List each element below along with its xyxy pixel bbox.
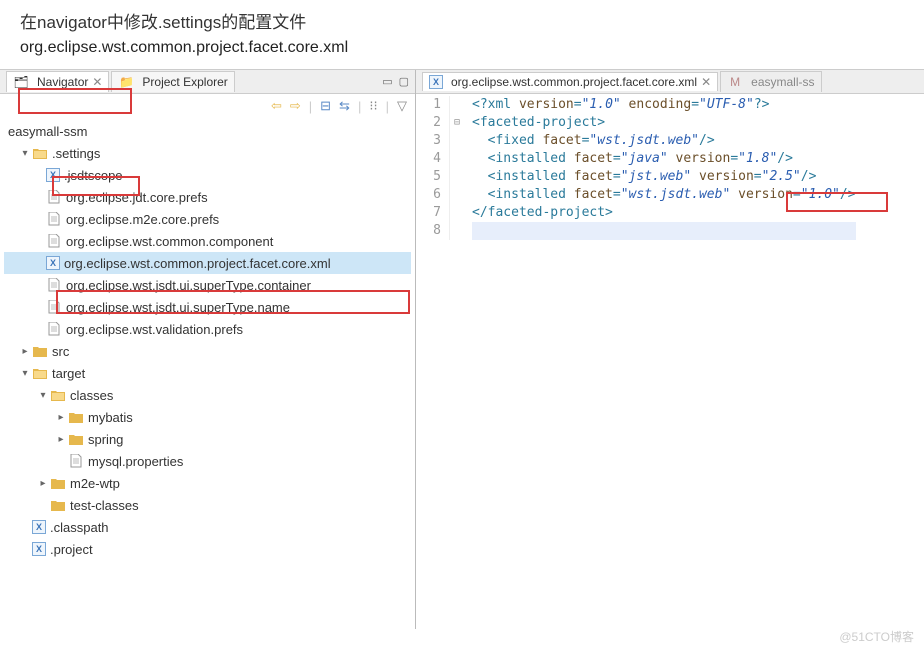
tree-wstcomp[interactable]: org.eclipse.wst.common.component [4, 230, 411, 252]
navigator-toolbar: ⇦ ⇨ | ⊟ ⇆ | ⁝⁝ | ▽ [0, 94, 415, 118]
tree-classes[interactable]: ▾classes [4, 384, 411, 406]
tab-navigator[interactable]: 🗂 Navigator ✕ [6, 71, 109, 92]
project-explorer-icon: 📁 [118, 74, 134, 90]
folder-icon [68, 431, 84, 447]
tab-editor-active[interactable]: X org.eclipse.wst.common.project.facet.c… [422, 72, 718, 91]
tree-jdtprefs[interactable]: org.eclipse.jdt.core.prefs [4, 186, 411, 208]
right-panel: X org.eclipse.wst.common.project.facet.c… [416, 70, 924, 629]
file-icon [46, 211, 62, 227]
folder-open-icon [32, 365, 48, 381]
tab-project-explorer[interactable]: 📁 Project Explorer [111, 71, 234, 92]
tab-navigator-label: Navigator [37, 75, 88, 89]
tree-root[interactable]: easymall-ssm [4, 120, 411, 142]
tab-editor-inactive[interactable]: M easymall-ss [720, 71, 821, 92]
editor-area[interactable]: 1 2 3 4 5 6 7 8 ⊟ <?xml version="1.0" en… [416, 94, 924, 240]
tree-jsdtcont[interactable]: org.eclipse.wst.jsdt.ui.superType.contai… [4, 274, 411, 296]
code-content[interactable]: <?xml version="1.0" encoding="UTF-8"?> <… [464, 96, 856, 240]
back-icon[interactable]: ⇦ [271, 98, 282, 114]
link-icon[interactable]: ⇆ [339, 98, 350, 114]
tree-jsdtname[interactable]: org.eclipse.wst.jsdt.ui.superType.name [4, 296, 411, 318]
instruction-text: 在navigator中修改.settings的配置文件 [0, 0, 924, 35]
file-icon [46, 299, 62, 315]
xml-file-icon: X [32, 520, 46, 534]
filename-text: org.eclipse.wst.common.project.facet.cor… [0, 35, 924, 69]
navigator-tree: easymall-ssm ▾.settings X.jsdtscope org.… [0, 118, 415, 562]
file-icon [46, 233, 62, 249]
tree-src[interactable]: ▸src [4, 340, 411, 362]
tree-m2eprefs[interactable]: org.eclipse.m2e.core.prefs [4, 208, 411, 230]
folder-icon [32, 343, 48, 359]
left-tabs: 🗂 Navigator ✕ 📁 Project Explorer ▭ ▢ [0, 70, 415, 94]
tree-classpath[interactable]: X.classpath [4, 516, 411, 538]
file-icon [46, 321, 62, 337]
tree-settings[interactable]: ▾.settings [4, 142, 411, 164]
left-panel: 🗂 Navigator ✕ 📁 Project Explorer ▭ ▢ ⇦ ⇨… [0, 70, 416, 629]
maven-icon: M [727, 74, 743, 90]
close-icon[interactable]: ✕ [701, 75, 711, 89]
folder-icon [50, 475, 66, 491]
tree-project[interactable]: X.project [4, 538, 411, 560]
xml-file-icon: X [429, 75, 443, 89]
navigator-icon: 🗂 [13, 74, 29, 90]
tab-project-explorer-label: Project Explorer [142, 75, 227, 89]
minimize-icon[interactable]: ▭ [382, 75, 392, 88]
ide-container: 🗂 Navigator ✕ 📁 Project Explorer ▭ ▢ ⇦ ⇨… [0, 69, 924, 629]
file-icon [46, 277, 62, 293]
folding-gutter: ⊟ [450, 96, 464, 240]
tree-spring[interactable]: ▸spring [4, 428, 411, 450]
watermark: @51CTO博客 [839, 628, 914, 645]
xml-file-icon: X [32, 542, 46, 556]
tree-mybatis[interactable]: ▸mybatis [4, 406, 411, 428]
folder-open-icon [32, 145, 48, 161]
maximize-icon[interactable]: ▢ [399, 75, 409, 88]
tree-wstvalid[interactable]: org.eclipse.wst.validation.prefs [4, 318, 411, 340]
collapse-icon[interactable]: ⊟ [320, 98, 331, 114]
folder-icon [50, 497, 66, 513]
editor-tabs: X org.eclipse.wst.common.project.facet.c… [416, 70, 924, 94]
tree-jsdtscope[interactable]: X.jsdtscope [4, 164, 411, 186]
folder-open-icon [50, 387, 66, 403]
xml-file-icon: X [46, 256, 60, 270]
line-gutter: 1 2 3 4 5 6 7 8 [416, 96, 450, 240]
file-icon [68, 453, 84, 469]
xml-file-icon: X [46, 168, 60, 182]
tab-editor-active-label: org.eclipse.wst.common.project.facet.cor… [451, 75, 697, 89]
tab-editor-inactive-label: easymall-ss [751, 75, 814, 89]
close-icon[interactable]: ✕ [92, 75, 102, 89]
tree-target[interactable]: ▾target [4, 362, 411, 384]
file-icon [46, 189, 62, 205]
forward-icon[interactable]: ⇨ [290, 98, 301, 114]
tree-testclasses[interactable]: test-classes [4, 494, 411, 516]
menu-icon[interactable]: ▽ [397, 98, 407, 114]
folder-icon [68, 409, 84, 425]
filter-icon[interactable]: ⁝⁝ [369, 98, 377, 114]
tree-m2ewtp[interactable]: ▸m2e-wtp [4, 472, 411, 494]
fold-icon[interactable]: ⊟ [450, 114, 464, 132]
tree-mysqlprops[interactable]: mysql.properties [4, 450, 411, 472]
tree-facetcore[interactable]: Xorg.eclipse.wst.common.project.facet.co… [4, 252, 411, 274]
